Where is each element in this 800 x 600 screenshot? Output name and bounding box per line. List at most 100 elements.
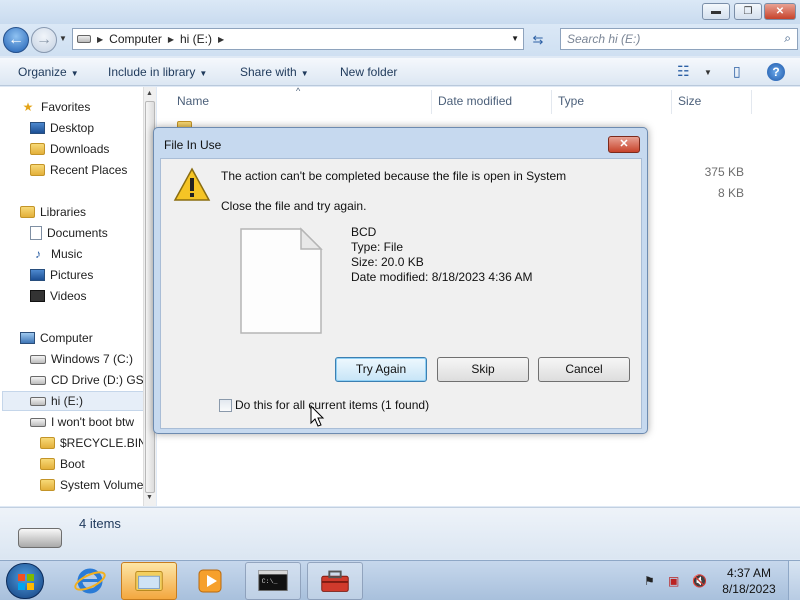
nav-pictures[interactable]: Pictures bbox=[30, 268, 93, 282]
share-with-menu[interactable]: Share with ▼ bbox=[240, 65, 309, 79]
column-divider[interactable] bbox=[671, 90, 672, 114]
column-divider[interactable] bbox=[431, 90, 432, 114]
nav-documents[interactable]: Documents bbox=[30, 226, 108, 240]
taskbar-command-prompt[interactable]: C:\_ bbox=[245, 562, 301, 600]
nav-system-volume-folder[interactable]: System Volume bbox=[40, 478, 143, 492]
nav-desktop[interactable]: Desktop bbox=[30, 121, 94, 135]
file-type: Type: File bbox=[351, 240, 404, 254]
nav-label: Favorites bbox=[41, 100, 91, 114]
nav-drive-e[interactable]: hi (E:) bbox=[30, 394, 83, 408]
start-button[interactable] bbox=[6, 563, 44, 599]
show-desktop-button[interactable] bbox=[788, 561, 800, 600]
organize-label: Organize bbox=[18, 65, 67, 79]
preview-pane-icon[interactable]: ▯ bbox=[733, 63, 741, 80]
item-count: 4 items bbox=[79, 516, 121, 531]
nav-label: Downloads bbox=[50, 142, 110, 156]
music-icon: ♪ bbox=[35, 247, 41, 261]
folder-icon bbox=[135, 571, 163, 591]
skip-button[interactable]: Skip bbox=[437, 357, 529, 382]
nav-drive-d[interactable]: CD Drive (D:) GSP bbox=[30, 373, 152, 387]
recent-pages-dropdown[interactable]: ▼ bbox=[59, 34, 67, 43]
drive-icon bbox=[30, 396, 46, 406]
chevron-right-icon[interactable]: ▶ bbox=[168, 35, 174, 44]
maximize-button[interactable]: ❐ bbox=[734, 3, 762, 20]
windows-drive-icon bbox=[30, 354, 46, 364]
nav-videos[interactable]: Videos bbox=[30, 289, 86, 303]
documents-icon bbox=[30, 226, 42, 240]
command-toolbar: Organize ▼ Include in library ▼ Share with… bbox=[0, 58, 800, 86]
nav-drive-iwont[interactable]: I won't boot btw bbox=[30, 415, 134, 429]
nav-label: Videos bbox=[50, 289, 87, 303]
cancel-button[interactable]: Cancel bbox=[538, 357, 630, 382]
column-size[interactable]: Size bbox=[678, 94, 701, 108]
file-size-cell: 8 KB bbox=[717, 186, 744, 200]
nav-computer[interactable]: Computer bbox=[20, 331, 93, 345]
warning-icon bbox=[173, 167, 211, 201]
taskbar-clock[interactable]: 4:37 AM 8/18/2023 bbox=[718, 565, 780, 597]
breadcrumb-computer[interactable]: Computer bbox=[109, 32, 162, 46]
nav-label: Computer bbox=[40, 331, 93, 345]
close-button[interactable]: ✕ bbox=[764, 3, 796, 20]
column-divider[interactable] bbox=[551, 90, 552, 114]
include-in-library-menu[interactable]: Include in library ▼ bbox=[108, 65, 207, 79]
nav-label: Music bbox=[51, 247, 83, 261]
network-icon[interactable]: ▣ bbox=[668, 574, 679, 588]
back-button[interactable]: ← bbox=[3, 27, 29, 53]
minimize-button[interactable]: ▬ bbox=[702, 3, 730, 20]
file-size: Size: 20.0 KB bbox=[351, 255, 424, 269]
action-center-flag-icon[interactable]: ⚑ bbox=[644, 574, 655, 588]
apply-to-all-label[interactable]: Do this for all current items (1 found) bbox=[235, 398, 429, 412]
breadcrumb-drive[interactable]: hi (E:) bbox=[180, 32, 212, 46]
nav-music[interactable]: ♪ Music bbox=[30, 247, 82, 261]
column-date-modified[interactable]: Date modified bbox=[438, 94, 512, 108]
search-icon[interactable]: ⌕ bbox=[784, 31, 791, 46]
dialog-body: The action can't be completed because th… bbox=[160, 158, 642, 429]
chevron-down-icon: ▼ bbox=[199, 69, 208, 78]
column-name[interactable]: Name bbox=[177, 94, 209, 108]
nav-label: Libraries bbox=[40, 205, 87, 219]
search-input[interactable]: Search hi (E:) ⌕ bbox=[560, 28, 798, 50]
address-bar[interactable]: ▶ Computer ▶ hi (E:) ▶ ▼ bbox=[72, 28, 524, 50]
cd-drive-icon bbox=[30, 375, 46, 385]
try-again-button[interactable]: Try Again bbox=[335, 357, 427, 382]
taskbar-windows-explorer[interactable] bbox=[121, 562, 177, 600]
address-dropdown-icon[interactable]: ▼ bbox=[511, 34, 519, 43]
nav-downloads[interactable]: Downloads bbox=[30, 142, 109, 156]
taskbar-media-player[interactable] bbox=[183, 562, 239, 600]
nav-recent-places[interactable]: Recent Places bbox=[30, 163, 127, 177]
scroll-down-icon[interactable]: ▼ bbox=[146, 494, 153, 501]
dialog-message: The action can't be completed because th… bbox=[221, 169, 567, 183]
file-in-use-dialog: File In Use ✕ The action can't be comple… bbox=[153, 127, 648, 434]
scroll-up-icon[interactable]: ▲ bbox=[146, 90, 153, 97]
chevron-right-icon[interactable]: ▶ bbox=[218, 35, 224, 44]
chevron-down-icon: ▼ bbox=[70, 69, 79, 78]
dialog-close-button[interactable]: ✕ bbox=[608, 136, 640, 153]
media-player-icon bbox=[198, 569, 222, 593]
refresh-icon[interactable]: ⇆ bbox=[528, 30, 548, 50]
volume-muted-icon[interactable]: 🔇 bbox=[692, 574, 707, 588]
nav-label: $RECYCLE.BIN bbox=[60, 436, 147, 450]
windows-logo-icon bbox=[18, 574, 34, 590]
taskbar-internet-explorer[interactable] bbox=[62, 562, 118, 600]
nav-boot-folder[interactable]: Boot bbox=[40, 457, 85, 471]
nav-drive-c[interactable]: Windows 7 (C:) bbox=[30, 352, 133, 366]
organize-menu[interactable]: Organize ▼ bbox=[18, 65, 79, 79]
column-type[interactable]: Type bbox=[558, 94, 584, 108]
view-options-icon[interactable]: ☷ bbox=[677, 63, 690, 80]
nav-libraries[interactable]: Libraries bbox=[20, 205, 86, 219]
nav-recycle-bin-folder[interactable]: $RECYCLE.BIN bbox=[40, 436, 147, 450]
chevron-right-icon[interactable]: ▶ bbox=[97, 35, 103, 44]
svg-text:C:\_: C:\_ bbox=[262, 577, 278, 585]
forward-button[interactable]: → bbox=[31, 27, 57, 53]
file-icon bbox=[240, 227, 323, 334]
help-icon[interactable]: ? bbox=[767, 63, 785, 81]
apply-to-all-checkbox[interactable] bbox=[219, 399, 232, 412]
view-dropdown-icon[interactable]: ▼ bbox=[704, 68, 712, 77]
taskbar-toolbox-app[interactable] bbox=[307, 562, 363, 600]
clock-time: 4:37 AM bbox=[726, 566, 772, 580]
nav-favorites[interactable]: ★ Favorites bbox=[20, 100, 91, 114]
sort-arrow-icon: ^ bbox=[296, 86, 301, 96]
new-folder-button[interactable]: New folder bbox=[340, 65, 397, 79]
column-divider[interactable] bbox=[751, 90, 752, 114]
nav-label: Recent Places bbox=[50, 163, 128, 177]
